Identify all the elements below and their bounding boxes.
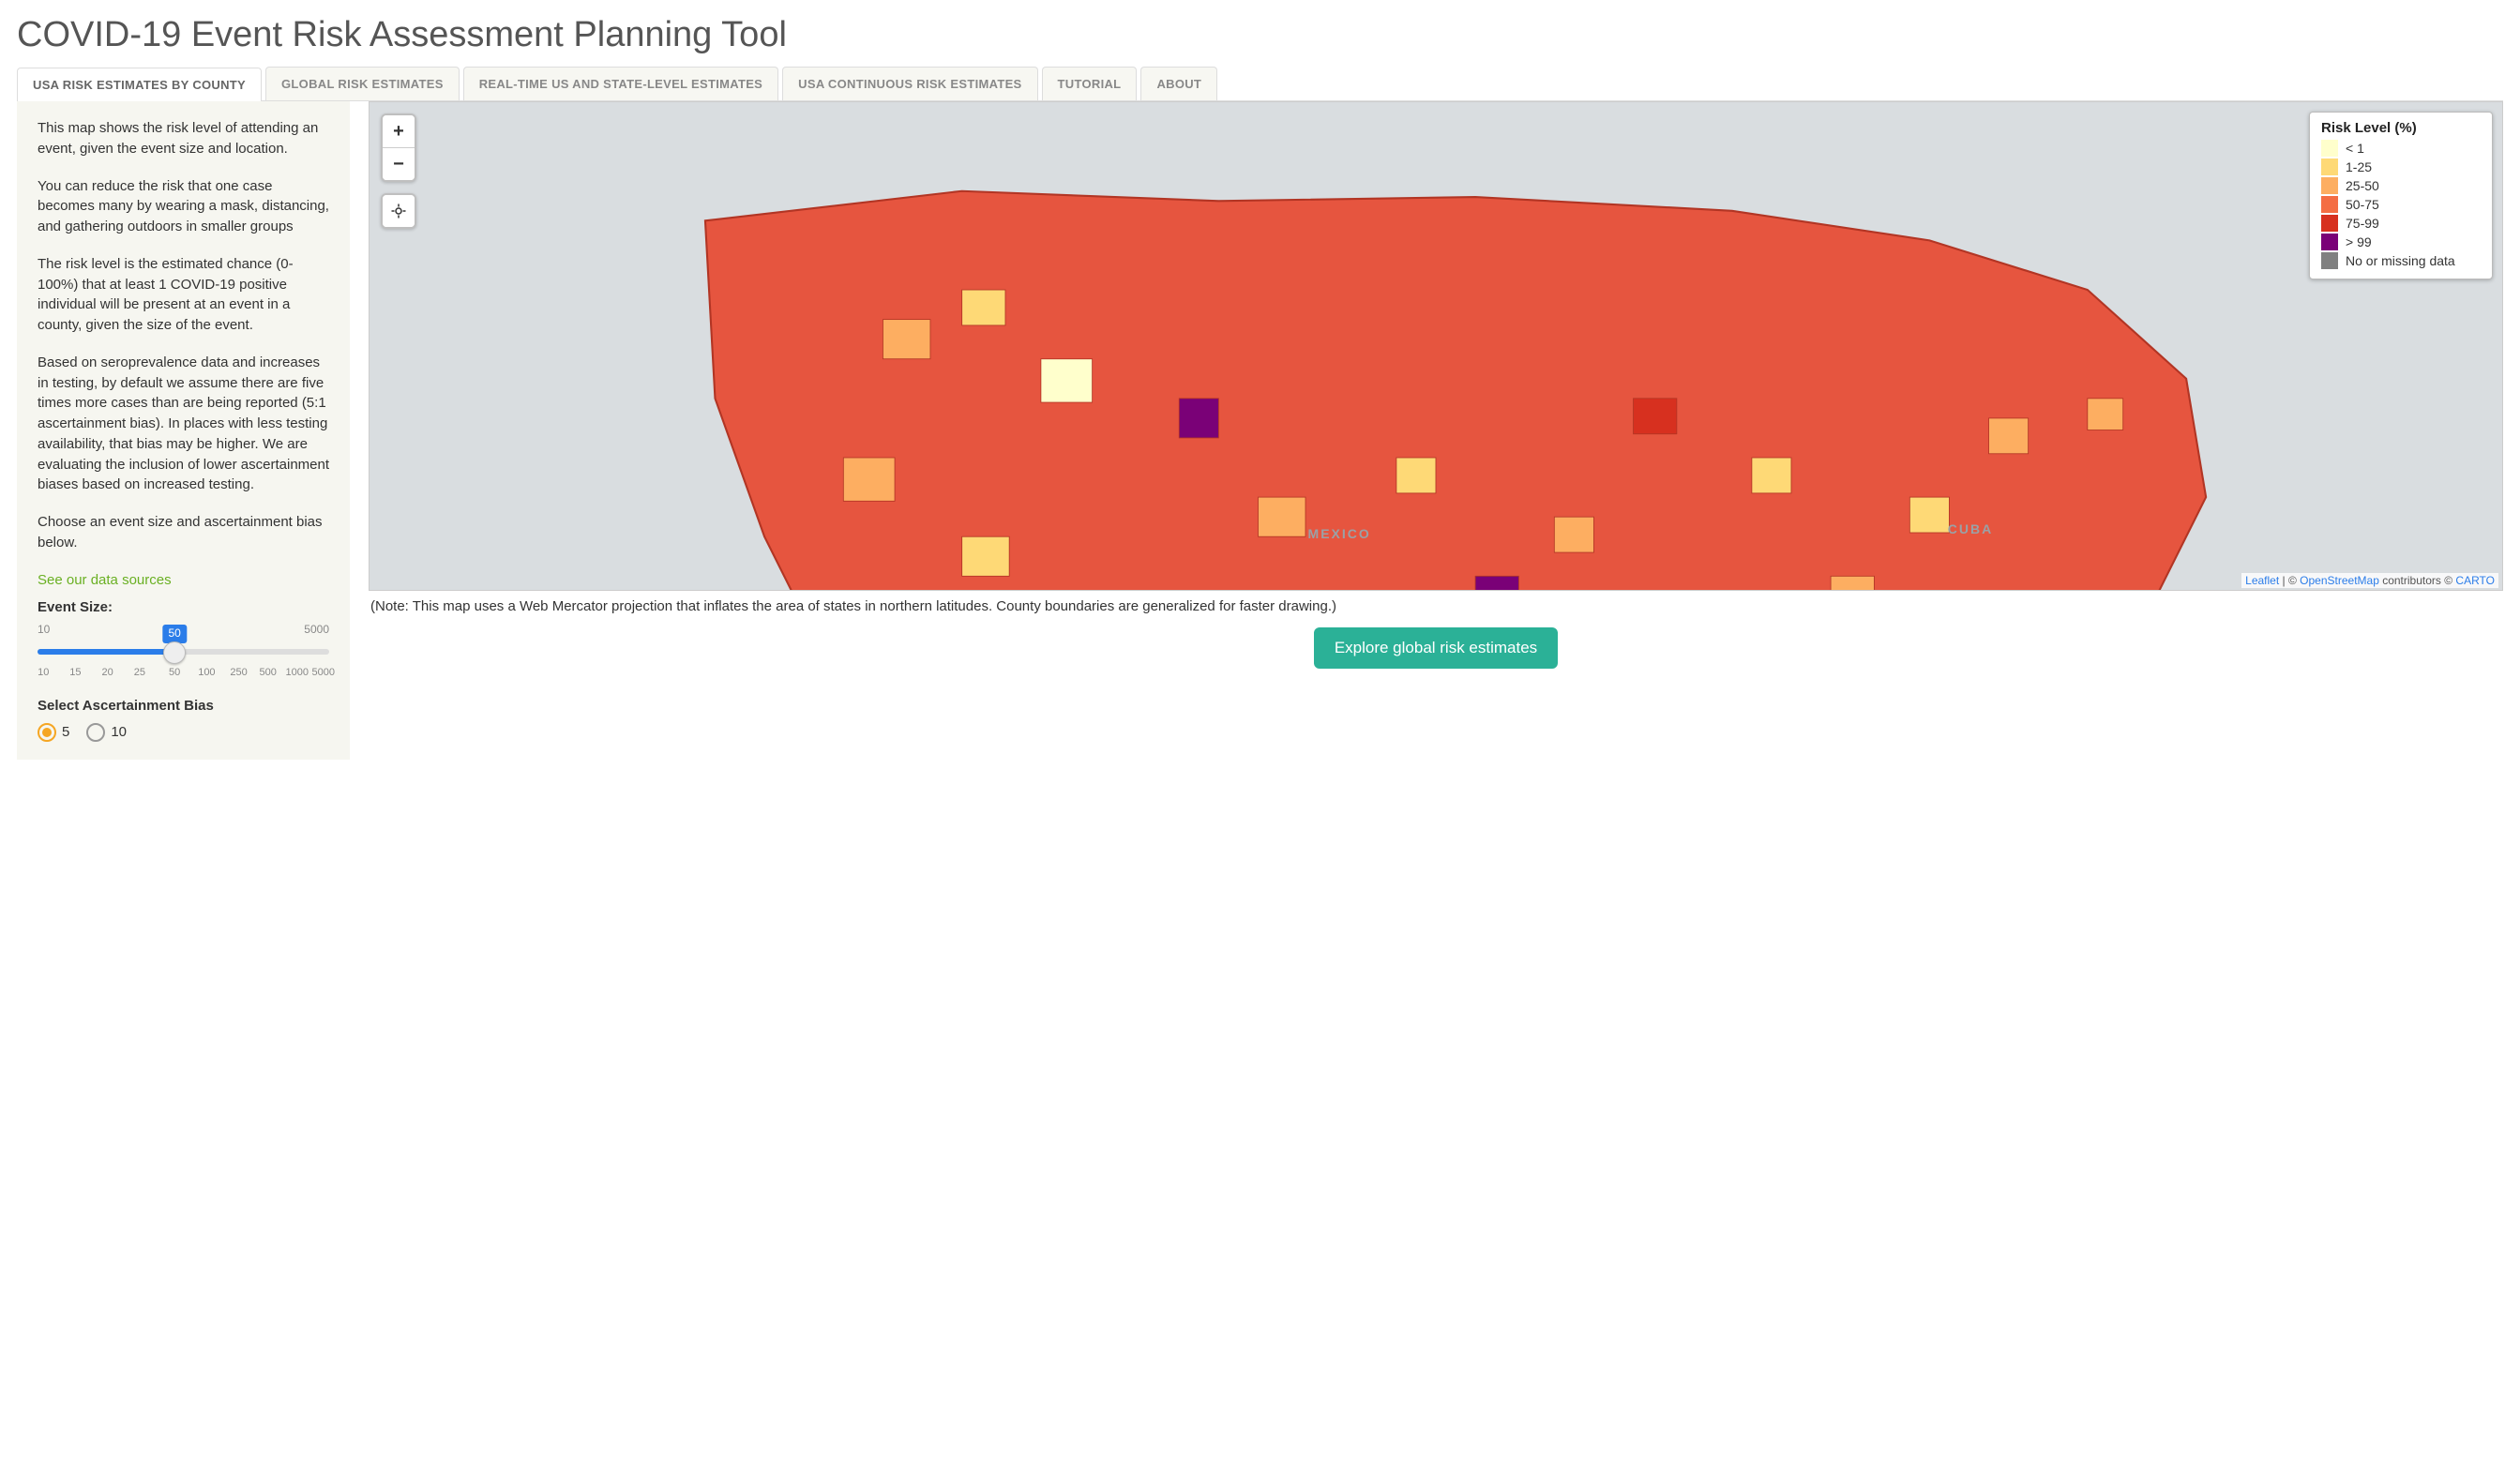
bias-option-10[interactable]: 10 [86, 722, 127, 743]
tab-about[interactable]: ABOUT [1140, 67, 1217, 100]
zoom-out-button[interactable]: − [383, 147, 415, 180]
legend-title: Risk Level (%) [2321, 120, 2481, 136]
legend-swatch [2321, 196, 2338, 213]
usa-choropleth [370, 102, 2502, 591]
zoom-in-button[interactable]: + [383, 115, 415, 147]
page-title: COVID-19 Event Risk Assessment Planning … [17, 15, 2503, 55]
map-attribution: Leaflet | © OpenStreetMap contributors ©… [2241, 573, 2498, 588]
sidebar-intro-1: This map shows the risk level of attendi… [38, 118, 329, 159]
sidebar-intro-3: The risk level is the estimated chance (… [38, 254, 329, 336]
sidebar-intro-4: Based on seroprevalence data and increas… [38, 353, 329, 495]
legend-swatch [2321, 140, 2338, 157]
event-size-label: Event Size: [38, 597, 329, 618]
map-legend: Risk Level (%) < 1 1-25 25-50 50-75 75-9… [2309, 112, 2493, 279]
radio-icon [86, 723, 105, 742]
tab-usa-county[interactable]: USA RISK ESTIMATES BY COUNTY [17, 68, 262, 101]
data-sources-link[interactable]: See our data sources [38, 572, 172, 588]
slider-knob[interactable] [163, 641, 186, 664]
locate-icon [390, 203, 407, 219]
map-note: (Note: This map uses a Web Mercator proj… [370, 598, 2501, 614]
legend-swatch [2321, 158, 2338, 175]
osm-link[interactable]: OpenStreetMap [2300, 574, 2379, 587]
legend-swatch [2321, 234, 2338, 250]
bias-option-5[interactable]: 5 [38, 722, 69, 743]
tab-continuous[interactable]: USA CONTINUOUS RISK ESTIMATES [782, 67, 1037, 100]
sidebar-intro-2: You can reduce the risk that one case be… [38, 176, 329, 237]
slider-ticks: 10 15 20 25 50 100 250 500 1000 5000 [38, 666, 329, 683]
bias-label: Select Ascertainment Bias [38, 696, 329, 716]
legend-swatch [2321, 177, 2338, 194]
locate-button[interactable] [383, 195, 415, 227]
slider-min: 10 [38, 622, 50, 638]
slider-max: 5000 [304, 622, 329, 638]
radio-icon [38, 723, 56, 742]
tab-realtime[interactable]: REAL-TIME US AND STATE-LEVEL ESTIMATES [463, 67, 778, 100]
tab-tutorial[interactable]: TUTORIAL [1042, 67, 1138, 100]
legend-swatch [2321, 252, 2338, 269]
tab-bar: USA RISK ESTIMATES BY COUNTY GLOBAL RISK… [17, 67, 2503, 101]
sidebar-intro-5: Choose an event size and ascertainment b… [38, 512, 329, 553]
sidebar: This map shows the risk level of attendi… [17, 101, 350, 760]
explore-global-button[interactable]: Explore global risk estimates [1314, 627, 1558, 669]
slider-value-bubble: 50 [162, 625, 186, 642]
risk-map[interactable]: + − Risk Level (%) < 1 1-25 25-50 50-75 [369, 101, 2503, 591]
tab-global[interactable]: GLOBAL RISK ESTIMATES [265, 67, 460, 100]
carto-link[interactable]: CARTO [2455, 574, 2495, 587]
event-size-slider[interactable]: 10 5000 50 10 15 20 25 50 100 250 [38, 622, 329, 683]
leaflet-link[interactable]: Leaflet [2245, 574, 2279, 587]
legend-swatch [2321, 215, 2338, 232]
